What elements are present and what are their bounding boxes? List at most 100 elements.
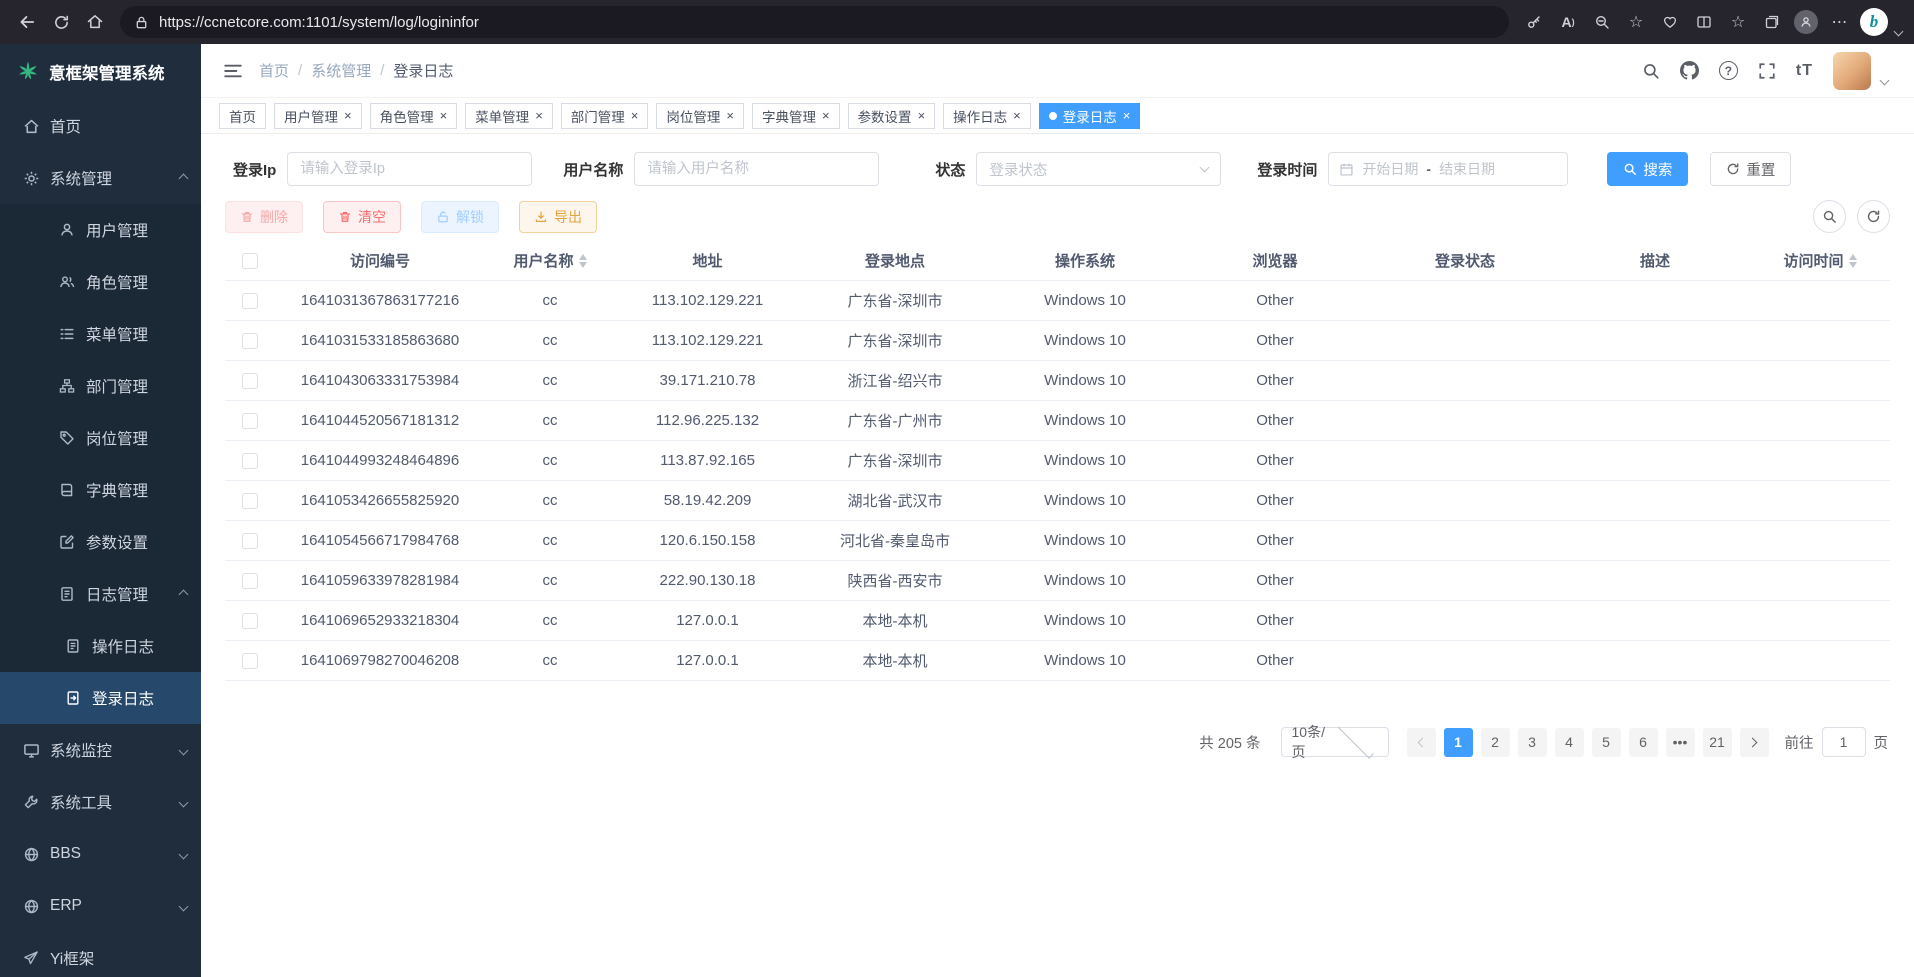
collapse-sidebar-button[interactable] <box>223 61 243 81</box>
row-checkbox[interactable] <box>242 533 258 549</box>
back-icon[interactable] <box>10 5 44 39</box>
sidebar-item-erp[interactable]: ERP <box>0 880 201 932</box>
column-header-user[interactable]: 用户名称 <box>485 250 615 271</box>
sidebar-item-system-monitor[interactable]: 系统监控 <box>0 724 201 776</box>
page-button-4[interactable]: 4 <box>1555 728 1584 757</box>
page-button-3[interactable]: 3 <box>1518 728 1547 757</box>
profile-icon[interactable] <box>1789 5 1823 39</box>
tab-user-manage[interactable]: 用户管理× <box>274 103 362 129</box>
table-row[interactable]: 1641031533185863680 cc 113.102.129.221 广… <box>225 321 1890 361</box>
page-button-6[interactable]: 6 <box>1629 728 1658 757</box>
row-checkbox[interactable] <box>242 493 258 509</box>
sidebar-item-system-tools[interactable]: 系统工具 <box>0 776 201 828</box>
tab-dept-manage[interactable]: 部门管理× <box>561 103 649 129</box>
table-row[interactable]: 1641053426655825920 cc 58.19.42.209 湖北省-… <box>225 481 1890 521</box>
tab-role-manage[interactable]: 角色管理× <box>370 103 458 129</box>
sidebar-item-log-manage[interactable]: 日志管理 <box>0 568 201 620</box>
sidebar-item-dict-manage[interactable]: 字典管理 <box>0 464 201 516</box>
key-icon[interactable] <box>1517 5 1551 39</box>
page-button-2[interactable]: 2 <box>1481 728 1510 757</box>
row-checkbox[interactable] <box>242 373 258 389</box>
favorites-icon[interactable]: ☆ <box>1721 5 1755 39</box>
tab-param-settings[interactable]: 参数设置× <box>848 103 936 129</box>
more-pages-button[interactable]: ••• <box>1666 728 1695 757</box>
login-time-range-picker[interactable]: 开始日期 - 结束日期 <box>1328 152 1568 186</box>
search-button[interactable]: 搜索 <box>1607 152 1688 186</box>
table-row[interactable]: 1641044993248464896 cc 113.87.92.165 广东省… <box>225 441 1890 481</box>
row-checkbox[interactable] <box>242 653 258 669</box>
table-row[interactable]: 1641069798270046208 cc 127.0.0.1 本地-本机 W… <box>225 641 1890 681</box>
close-icon[interactable]: × <box>631 109 639 122</box>
page-lock-icon[interactable] <box>134 15 149 30</box>
clear-button[interactable]: 清空 <box>323 201 401 233</box>
export-button[interactable]: 导出 <box>519 201 597 233</box>
goto-page-input[interactable] <box>1822 727 1866 757</box>
search-icon[interactable] <box>1642 62 1660 80</box>
zoom-out-icon[interactable] <box>1585 5 1619 39</box>
table-row[interactable]: 1641044520567181312 cc 112.96.225.132 广东… <box>225 401 1890 441</box>
favorites-add-icon[interactable]: ☆ <box>1619 5 1653 39</box>
tab-post-manage[interactable]: 岗位管理× <box>656 103 744 129</box>
refresh-icon[interactable] <box>44 5 78 39</box>
username-input[interactable] <box>634 152 879 186</box>
sidebar-item-menu-manage[interactable]: 菜单管理 <box>0 308 201 360</box>
breadcrumb-home[interactable]: 首页 <box>259 60 289 81</box>
settings-more-icon[interactable]: ⋯ <box>1823 5 1857 39</box>
close-icon[interactable]: × <box>918 109 926 122</box>
toggle-search-button[interactable] <box>1813 200 1846 233</box>
row-checkbox[interactable] <box>242 573 258 589</box>
close-icon[interactable]: × <box>822 109 830 122</box>
table-row[interactable]: 1641054566717984768 cc 120.6.150.158 河北省… <box>225 521 1890 561</box>
refresh-table-button[interactable] <box>1857 200 1890 233</box>
split-screen-icon[interactable] <box>1687 5 1721 39</box>
tab-home[interactable]: 首页 <box>219 103 266 129</box>
sidebar-item-user-manage[interactable]: 用户管理 <box>0 204 201 256</box>
text-size-icon[interactable]: tT <box>1796 62 1813 80</box>
sidebar-item-home[interactable]: 首页 <box>0 100 201 152</box>
browser-essentials-icon[interactable] <box>1653 5 1687 39</box>
row-checkbox[interactable] <box>242 293 258 309</box>
tab-menu-manage[interactable]: 菜单管理× <box>465 103 553 129</box>
page-button-5[interactable]: 5 <box>1592 728 1621 757</box>
select-all-checkbox[interactable] <box>242 253 258 269</box>
sidebar-item-operation-log[interactable]: 操作日志 <box>0 620 201 672</box>
row-checkbox[interactable] <box>242 413 258 429</box>
row-checkbox[interactable] <box>242 333 258 349</box>
close-icon[interactable]: × <box>440 109 448 122</box>
home-icon[interactable] <box>78 5 112 39</box>
sidebar-item-login-log[interactable]: 登录日志 <box>0 672 201 724</box>
chevron-down-icon[interactable] <box>1894 27 1904 37</box>
next-page-button[interactable] <box>1740 728 1769 757</box>
unlock-button[interactable]: 解锁 <box>421 201 499 233</box>
tab-dict-manage[interactable]: 字典管理× <box>752 103 840 129</box>
app-logo[interactable]: 意框架管理系统 <box>0 44 201 100</box>
sidebar-item-role-manage[interactable]: 角色管理 <box>0 256 201 308</box>
table-row[interactable]: 1641031367863177216 cc 113.102.129.221 广… <box>225 281 1890 321</box>
row-checkbox[interactable] <box>242 613 258 629</box>
table-row[interactable]: 1641059633978281984 cc 222.90.130.18 陕西省… <box>225 561 1890 601</box>
column-header-time[interactable]: 访问时间 <box>1750 250 1890 271</box>
sidebar-item-post-manage[interactable]: 岗位管理 <box>0 412 201 464</box>
table-row[interactable]: 1641069652933218304 cc 127.0.0.1 本地-本机 W… <box>225 601 1890 641</box>
tab-login-log[interactable]: 登录日志× <box>1039 103 1141 129</box>
address-bar[interactable]: https://ccnetcore.com:1101/system/log/lo… <box>120 6 1509 38</box>
help-icon[interactable]: ? <box>1719 61 1738 80</box>
sidebar-item-yi-framework[interactable]: Yi框架 <box>0 932 201 977</box>
delete-button[interactable]: 删除 <box>225 201 303 233</box>
github-icon[interactable] <box>1680 61 1699 80</box>
sort-icon[interactable] <box>579 254 587 268</box>
close-icon[interactable]: × <box>726 109 734 122</box>
sidebar-item-system-manage[interactable]: 系统管理 <box>0 152 201 204</box>
sidebar-item-param-settings[interactable]: 参数设置 <box>0 516 201 568</box>
bing-icon[interactable]: b <box>1857 5 1891 39</box>
status-select[interactable]: 登录状态 <box>976 152 1221 186</box>
prev-page-button[interactable] <box>1407 728 1436 757</box>
row-checkbox[interactable] <box>242 453 258 469</box>
close-icon[interactable]: × <box>1013 109 1021 122</box>
page-size-select[interactable]: 10条/页 <box>1281 727 1389 757</box>
page-button-21[interactable]: 21 <box>1703 728 1732 757</box>
table-row[interactable]: 1641043063331753984 cc 39.171.210.78 浙江省… <box>225 361 1890 401</box>
sort-icon[interactable] <box>1849 254 1857 268</box>
close-icon[interactable]: × <box>1123 109 1131 122</box>
fullscreen-icon[interactable] <box>1758 62 1776 80</box>
